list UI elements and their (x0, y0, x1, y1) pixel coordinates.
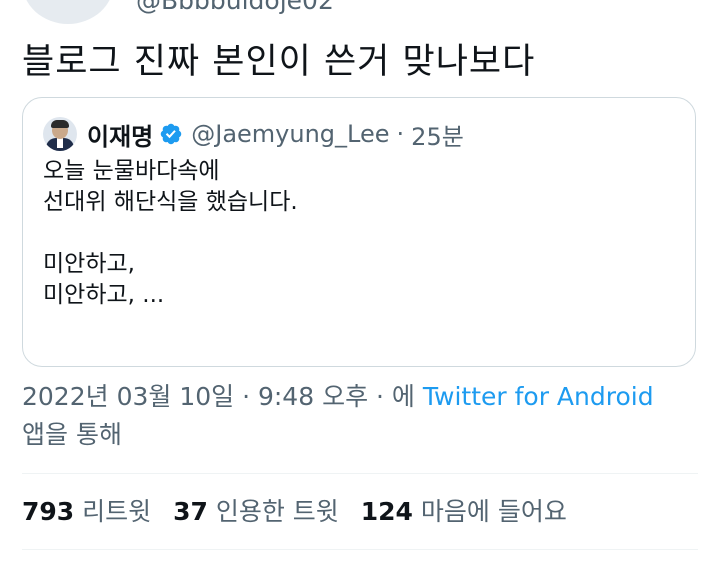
quoted-tweet-header: 이재명 @Jaemyung_Lee · 25분 (43, 116, 464, 152)
quoted-tweet[interactable]: 이재명 @Jaemyung_Lee · 25분 오늘 눈물바다속에 선대위 해단… (22, 97, 696, 367)
quotes-label: 인용한 트윗 (215, 497, 339, 526)
quoted-line: 미안하고, (43, 251, 135, 277)
tweet-metadata: 2022년 03월 10일 · 9:48 오후 · 에 Twitter for … (22, 378, 654, 454)
likes-count: 124 (360, 497, 413, 526)
quoted-timestamp[interactable]: 25분 (411, 117, 464, 152)
verified-badge-icon (159, 122, 183, 146)
likes-stat[interactable]: 124 마음에 들어요 (361, 497, 567, 526)
quotes-count: 37 (173, 497, 208, 526)
source-suffix: 앱을 통해 (22, 420, 122, 449)
quotes-stat[interactable]: 37 인용한 트윗 (173, 497, 347, 526)
engagement-stats: 793 리트윗 37 인용한 트윗 124 마음에 들어요 (22, 492, 581, 532)
retweets-label: 리트윗 (82, 497, 152, 526)
quoted-line: 미안하고, ... (43, 282, 165, 308)
quoted-tweet-body: 오늘 눈물바다속에 선대위 해단식을 했습니다. 미안하고, 미안하고, ... (43, 156, 298, 311)
divider (22, 549, 698, 550)
quoted-author-handle[interactable]: @Jaemyung_Lee (191, 120, 389, 148)
tweet-timestamp[interactable]: 2022년 03월 10일 · 9:48 오후 · 에 (22, 382, 415, 411)
author-avatar[interactable] (22, 0, 114, 24)
quoted-author-avatar[interactable] (43, 117, 77, 151)
quoted-line: 선대위 해단식을 했습니다. (43, 189, 298, 215)
quoted-line: 오늘 눈물바다속에 (43, 158, 220, 184)
retweets-stat[interactable]: 793 리트윗 (22, 497, 159, 526)
retweets-count: 793 (22, 497, 75, 526)
source-app-link[interactable]: Twitter for Android (423, 382, 654, 411)
divider (22, 473, 698, 474)
tweet-text: 블로그 진짜 본인이 쓴거 맞나보다 (22, 42, 536, 82)
quoted-author-name[interactable]: 이재명 (87, 117, 153, 152)
author-handle[interactable]: @Bbbbuldoje02 (136, 0, 334, 15)
separator-dot: · (396, 120, 405, 148)
likes-label: 마음에 들어요 (420, 497, 567, 526)
